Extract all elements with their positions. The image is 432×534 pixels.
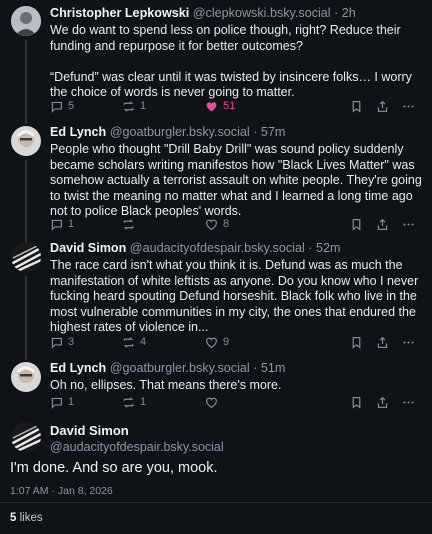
more-button[interactable] (402, 97, 415, 115)
share-icon (377, 336, 388, 348)
like-button[interactable]: 8 (205, 215, 229, 233)
repost-icon (123, 218, 134, 230)
main-post-timestamp: 1:07 AM · Jan 8, 2026 (10, 485, 113, 497)
post-author[interactable]: Christopher Lepkowski (50, 6, 189, 20)
share-button[interactable] (376, 215, 389, 233)
post-handle[interactable]: @audacityofdespair.bsky.social (130, 241, 305, 255)
more-icon (403, 340, 414, 344)
post-time: · 52m (308, 241, 341, 255)
avatar-ed-lynch[interactable] (11, 126, 41, 156)
share-button[interactable] (376, 333, 389, 351)
more-button[interactable] (402, 333, 415, 351)
like-button[interactable] (205, 393, 223, 411)
bookmark-button[interactable] (350, 97, 363, 115)
more-icon (403, 400, 414, 404)
post-author[interactable]: David Simon (50, 241, 126, 255)
repost-button[interactable]: 4 (122, 333, 146, 351)
heart-icon (206, 101, 217, 111)
heart-icon (206, 337, 217, 348)
reply-icon (51, 219, 62, 231)
post-text: We do want to spend less on police thoug… (50, 23, 412, 99)
post-text: People who thought "Drill Baby Drill" wa… (50, 142, 422, 218)
share-button[interactable] (376, 393, 389, 411)
avatar-david-simon[interactable] (11, 242, 41, 272)
bookmark-icon (352, 396, 361, 409)
bookmark-button[interactable] (350, 215, 363, 233)
post-4[interactable]: Ed Lynch @goatburgler.bsky.social · 51m … (0, 356, 432, 414)
share-icon (377, 100, 388, 112)
like-button[interactable]: 51 (205, 97, 235, 115)
share-icon (377, 396, 388, 408)
repost-icon (123, 336, 134, 348)
bookmark-icon (352, 336, 361, 349)
share-button[interactable] (376, 97, 389, 115)
reply-button[interactable]: 1 (50, 215, 74, 233)
main-post-handle[interactable]: @audacityofdespair.bsky.social (50, 440, 224, 454)
post-text: The race card isn't what you think it is… (50, 258, 419, 334)
repost-button[interactable]: 1 (122, 393, 146, 411)
post-text: Oh no, ellipses. That means there's more… (50, 378, 282, 392)
bookmark-icon (352, 218, 361, 231)
like-button[interactable]: 9 (205, 333, 229, 351)
post-3[interactable]: David Simon @audacityofdespair.bsky.soci… (0, 238, 432, 356)
post-handle[interactable]: @goatburgler.bsky.social (110, 125, 250, 139)
post-time: · 57m (253, 125, 286, 139)
reply-button[interactable]: 1 (50, 393, 74, 411)
heart-icon (206, 397, 217, 408)
reply-icon (51, 337, 62, 349)
bookmark-button[interactable] (350, 333, 363, 351)
post-2[interactable]: Ed Lynch @goatburgler.bsky.social · 57m … (0, 120, 432, 240)
likes-count[interactable]: 5 likes (10, 512, 43, 524)
reply-button[interactable]: 5 (50, 97, 74, 115)
main-post: David Simon @audacityofdespair.bsky.soci… (0, 414, 432, 534)
post-time: · 2h (334, 6, 356, 20)
bookmark-icon (352, 100, 361, 113)
more-icon (403, 104, 414, 108)
main-post-author[interactable]: David Simon (50, 423, 224, 438)
reply-button[interactable]: 3 (50, 333, 74, 351)
avatar-christopher[interactable] (11, 6, 41, 36)
post-handle[interactable]: @clepkowski.bsky.social (193, 6, 331, 20)
repost-button[interactable]: 1 (122, 97, 146, 115)
post-time: · 51m (253, 361, 286, 375)
repost-icon (123, 100, 134, 112)
reply-icon (51, 397, 62, 409)
avatar-ed-lynch[interactable] (11, 362, 41, 392)
more-button[interactable] (402, 393, 415, 411)
avatar-david-simon-main[interactable] (11, 422, 41, 452)
bookmark-button[interactable] (350, 393, 363, 411)
main-post-text: I'm done. And so are you, mook. (10, 460, 218, 476)
more-button[interactable] (402, 215, 415, 233)
repost-button[interactable] (122, 215, 140, 233)
post-author[interactable]: Ed Lynch (50, 125, 106, 139)
share-icon (377, 218, 388, 230)
more-icon (403, 222, 414, 226)
heart-icon (206, 219, 217, 230)
reply-icon (51, 101, 62, 113)
post-author[interactable]: Ed Lynch (50, 361, 106, 375)
post-1[interactable]: Christopher Lepkowski @clepkowski.bsky.s… (0, 0, 432, 120)
post-handle[interactable]: @goatburgler.bsky.social (110, 361, 250, 375)
repost-icon (123, 396, 134, 408)
